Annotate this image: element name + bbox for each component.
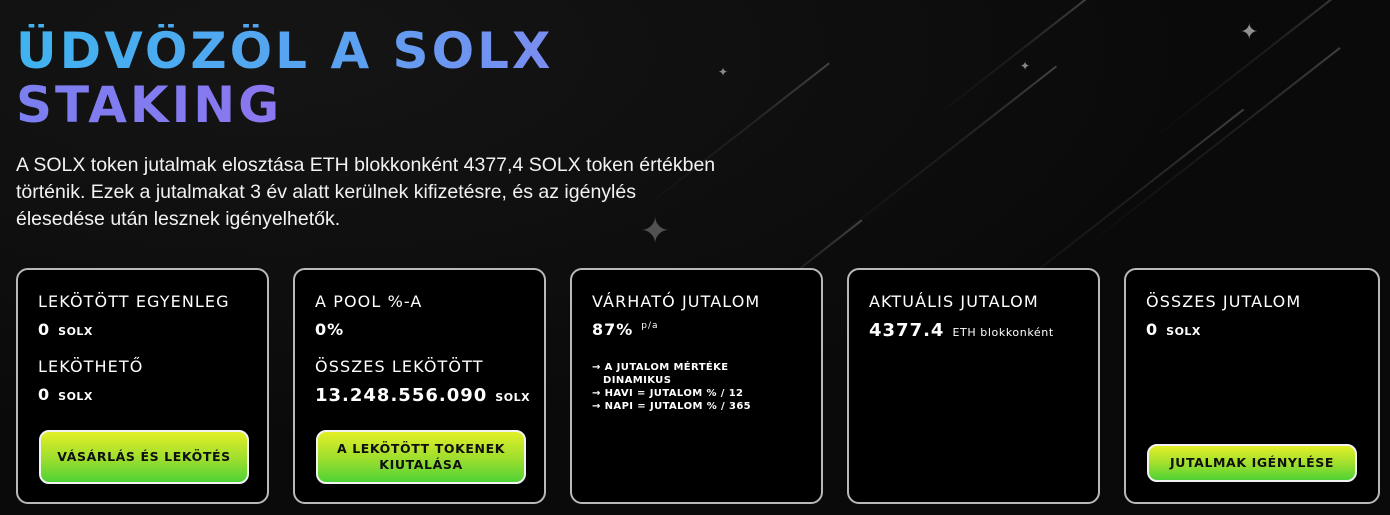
- total-reward-label: Összes jutalom: [1146, 292, 1302, 311]
- reward-notes: → A jutalom mértéke dinamikus → Havi = j…: [592, 361, 821, 413]
- expected-reward-amount: 87%: [592, 320, 634, 339]
- page-title: Üdvözöl a SOLX Staking: [16, 24, 553, 132]
- sparkle-icon: ✦: [1020, 59, 1031, 73]
- total-staked-unit: SOLX: [495, 391, 531, 404]
- page-title-line-2: Staking: [16, 78, 553, 132]
- stakeable-label: Leköthető: [38, 357, 144, 376]
- reward-note-dynamic-cont: dinamikus: [603, 375, 672, 386]
- current-reward-card: Aktuális jutalom 4377.4 ETH blokkonként: [847, 268, 1100, 504]
- pool-share-label: A pool %-a: [315, 292, 423, 311]
- pool-share-value: 0%: [315, 320, 544, 339]
- total-reward-amount: 0: [1146, 320, 1159, 339]
- current-reward-value: 4377.4 ETH blokkonként: [869, 320, 1098, 341]
- expected-reward-unit: p/a: [641, 321, 659, 331]
- page-title-line-1: Üdvözöl a SOLX: [16, 22, 554, 80]
- current-reward-unit: ETH blokkonként: [952, 326, 1054, 339]
- current-reward-amount: 4377.4: [869, 320, 945, 341]
- total-staked-amount: 13.248.556.090: [315, 385, 488, 406]
- claim-rewards-button[interactable]: Jutalmak igénylése: [1147, 444, 1357, 482]
- total-reward-card: Összes jutalom 0 SOLX Jutalmak igénylése: [1124, 268, 1380, 504]
- reward-note-monthly: → Havi = jutalom % / 12: [592, 388, 744, 399]
- meteor-streak: [1079, 47, 1341, 252]
- stakeable-amount: 0: [38, 385, 51, 404]
- reward-note-daily: → Napi = jutalom % / 365: [592, 401, 752, 412]
- staked-balance-amount: 0: [38, 320, 51, 339]
- pool-share-amount: 0%: [315, 320, 345, 339]
- staked-balance-card: Lekötött egyenleg 0 SOLX Leköthető 0 SOL…: [16, 268, 269, 504]
- total-staked-value: 13.248.556.090 SOLX: [315, 385, 544, 406]
- buy-and-stake-button[interactable]: Vásárlás és lekötés: [39, 430, 249, 484]
- staking-description: A SOLX token jutalmak elosztása ETH blok…: [16, 154, 716, 230]
- stakeable-unit: SOLX: [58, 390, 93, 403]
- reward-note-dynamic: → A jutalom mértéke: [592, 362, 729, 373]
- total-reward-value: 0 SOLX: [1146, 320, 1378, 339]
- staked-balance-unit: SOLX: [58, 325, 93, 338]
- withdraw-staked-tokens-button[interactable]: A lekötött tokenek kiutalása: [316, 430, 526, 484]
- stakeable-value: 0 SOLX: [38, 385, 267, 404]
- staked-balance-value: 0 SOLX: [38, 320, 267, 339]
- total-staked-label: Összes lekötött: [315, 357, 484, 376]
- sparkle-icon: ✦: [1240, 20, 1259, 45]
- total-reward-unit: SOLX: [1166, 325, 1201, 338]
- pool-share-card: A pool %-a 0% Összes lekötött 13.248.556…: [293, 268, 546, 504]
- expected-reward-value: 87% p/a: [592, 320, 821, 339]
- staked-balance-label: Lekötött egyenleg: [38, 292, 230, 311]
- sparkle-icon: ✦: [718, 65, 729, 79]
- expected-reward-label: Várható jutalom: [592, 292, 761, 311]
- expected-reward-card: Várható jutalom 87% p/a → A jutalom mért…: [570, 268, 823, 504]
- current-reward-label: Aktuális jutalom: [869, 292, 1039, 311]
